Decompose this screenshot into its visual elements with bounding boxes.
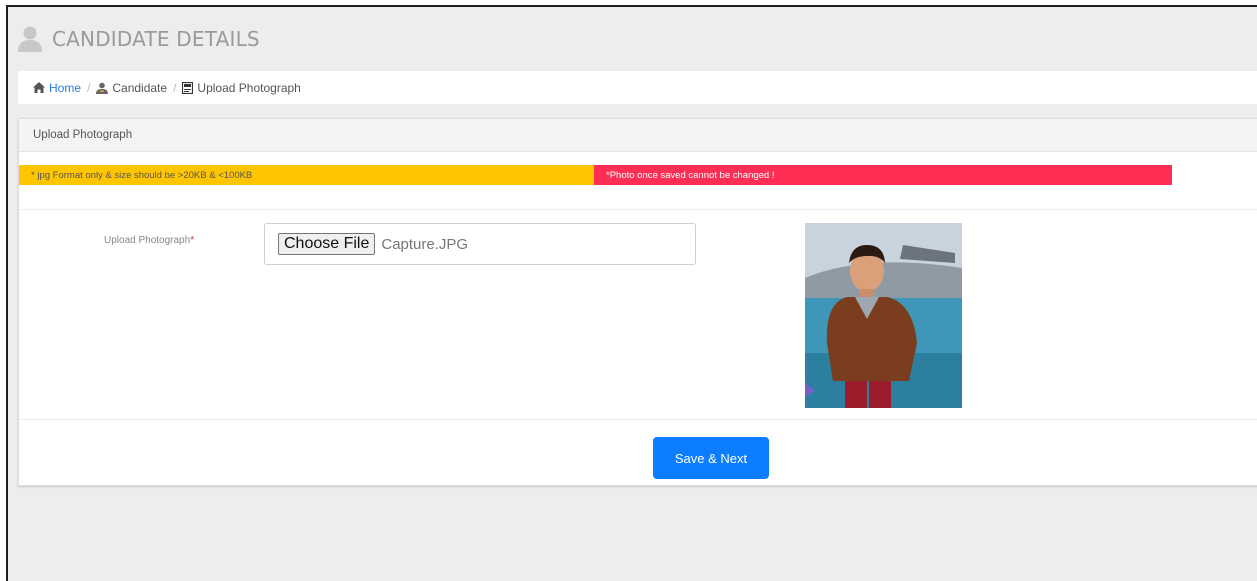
breadcrumb-separator: / [87,80,91,95]
breadcrumb-upload-photograph: Upload Photograph [182,80,301,95]
breadcrumb-separator: / [173,80,177,95]
breadcrumb-candidate-label: Candidate [112,80,168,95]
divider [19,419,1257,420]
format-notice: * jpg Format only & size should be >20KB… [19,165,594,185]
home-link[interactable]: Home [49,81,81,95]
photo-preview [805,223,962,408]
breadcrumb-upload-label: Upload Photograph [197,80,301,95]
warning-notice: *Photo once saved cannot be changed ! [594,165,1172,185]
required-mark: * [190,235,195,246]
page-frame: CANDIDATE DETAILS Home / Candidate / Upl… [6,5,1257,581]
divider [19,209,1257,210]
choose-file-button[interactable]: Choose File [278,233,376,255]
upload-photograph-label-text: Upload Photograph [104,235,191,246]
upload-photograph-label: Upload Photograph* [104,235,254,246]
home-icon [33,82,45,93]
breadcrumb-candidate: Candidate [96,81,167,95]
user-badge-icon [96,82,109,94]
upload-panel: Upload Photograph * jpg Format only & si… [18,118,1257,486]
page-title: CANDIDATE DETAILS [52,27,260,51]
notice-row: * jpg Format only & size should be >20KB… [19,165,1172,185]
user-icon [18,26,42,52]
breadcrumb: Home / Candidate / Upload Photograph [18,71,1257,104]
panel-title: Upload Photograph [19,119,1257,152]
breadcrumb-home[interactable]: Home [33,81,81,95]
save-next-button[interactable]: Save & Next [653,437,769,479]
file-input[interactable]: Choose File Capture.JPG [264,223,696,265]
selected-file-name: Capture.JPG [381,235,469,253]
page-header: CANDIDATE DETAILS [8,7,1257,71]
document-icon [182,81,194,94]
